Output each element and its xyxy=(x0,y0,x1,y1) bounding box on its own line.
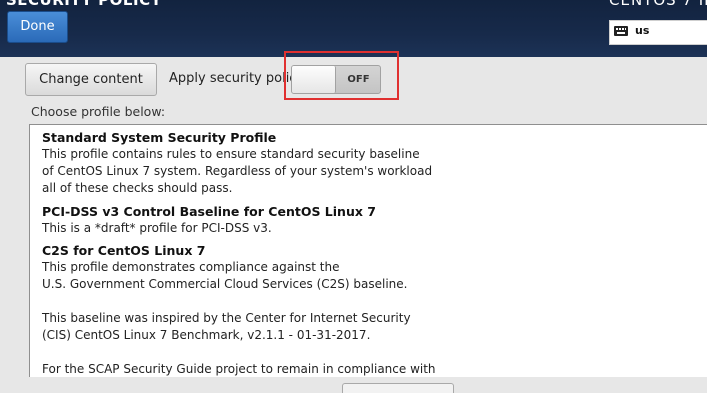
profile-item[interactable]: PCI-DSS v3 Control Baseline for CentOS L… xyxy=(36,203,376,237)
page-title: SECURITY POLICY xyxy=(6,0,162,9)
profile-description: This profile demonstrates compliance aga… xyxy=(42,260,436,376)
profile-item[interactable]: C2S for CentOS Linux 7 This profile demo… xyxy=(36,242,436,377)
profile-title: C2S for CentOS Linux 7 xyxy=(42,243,206,258)
profile-item[interactable]: Standard System Security Profile This pr… xyxy=(36,129,432,197)
change-content-button[interactable]: Change content xyxy=(25,63,157,96)
done-button[interactable]: Done xyxy=(7,11,68,43)
profile-title: Standard System Security Profile xyxy=(42,130,277,145)
keyboard-icon xyxy=(614,26,628,36)
profile-description: This profile contains rules to ensure st… xyxy=(42,147,433,195)
highlight-annotation xyxy=(284,51,399,100)
top-header: SECURITY POLICY Done CENTOS 7 INSTALLATI… xyxy=(0,0,707,57)
choose-profile-label: Choose profile below: xyxy=(31,104,166,119)
profile-list[interactable]: Standard System Security Profile This pr… xyxy=(29,124,707,377)
product-title: CENTOS 7 INSTALLATION xyxy=(609,0,707,9)
profile-description: This is a *draft* profile for PCI-DSS v3… xyxy=(42,221,272,235)
select-profile-button[interactable] xyxy=(342,383,454,393)
profile-title: PCI-DSS v3 Control Baseline for CentOS L… xyxy=(42,204,376,219)
keyboard-layout-indicator[interactable]: us xyxy=(609,20,707,45)
keyboard-layout-label: us xyxy=(635,24,650,37)
